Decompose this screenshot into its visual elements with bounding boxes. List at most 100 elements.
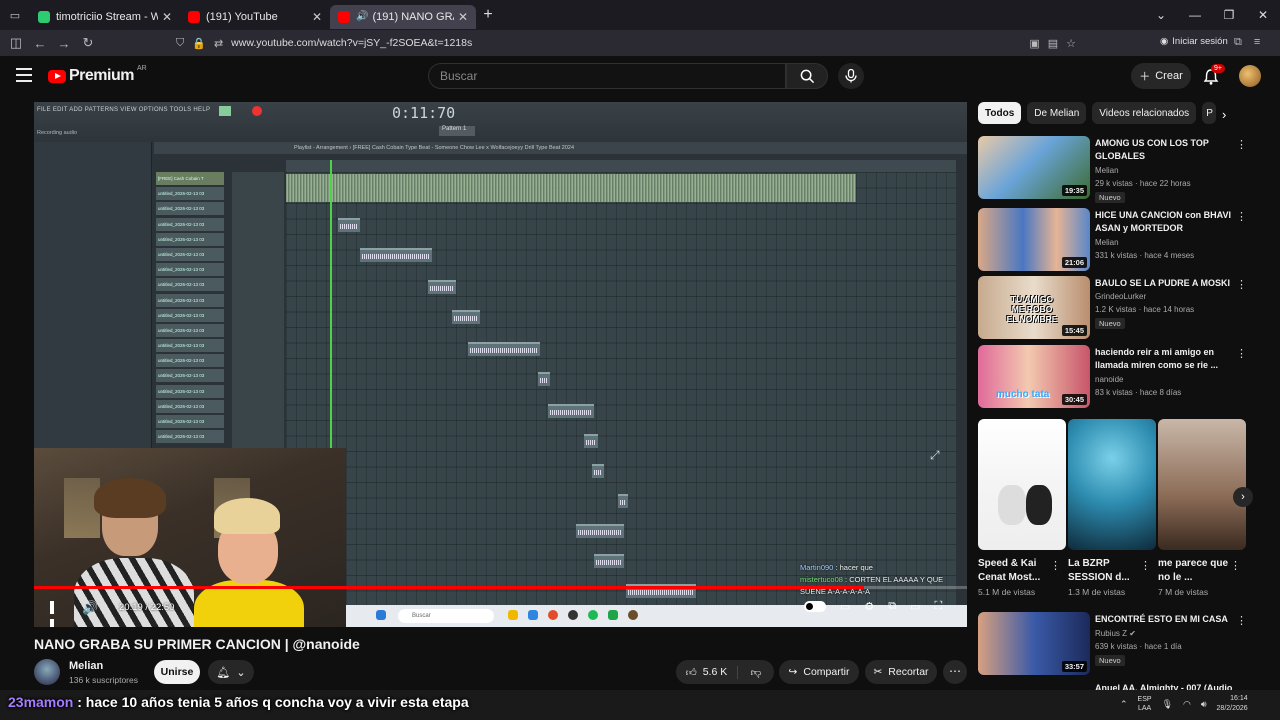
- channel-name[interactable]: Rubius Z ✔: [1095, 629, 1136, 638]
- recommended-video[interactable]: mucho tata 30:45 haciendo reir a mi amig…: [978, 345, 1248, 409]
- close-icon[interactable]: ✕: [458, 10, 468, 24]
- chevron-right-icon[interactable]: ›: [1233, 487, 1253, 507]
- close-window-button[interactable]: ✕: [1246, 8, 1280, 22]
- picture-icon[interactable]: ▣: [1029, 37, 1039, 50]
- like-button[interactable]: 👍︎ 5.6 K: [676, 665, 738, 679]
- tab-video-active[interactable]: 🔊 (191) NANO GRABA SU PRI ✕: [330, 4, 476, 29]
- chevron-down-icon[interactable]: ⌄: [1144, 8, 1178, 22]
- channel-name[interactable]: Melian: [1095, 238, 1119, 247]
- channel-name[interactable]: Melian: [1095, 166, 1119, 175]
- sidebar-icon[interactable]: ◫: [4, 35, 28, 51]
- search-button[interactable]: [786, 63, 828, 89]
- system-clock[interactable]: 16:14 28/2/2026: [1217, 694, 1248, 714]
- miniplayer-expand-icon[interactable]: ⤢: [930, 448, 950, 464]
- signin-button[interactable]: ◉ Iniciar sesión: [1160, 36, 1228, 47]
- tab-youtube[interactable]: (191) YouTube ✕: [180, 5, 330, 29]
- lock-icon[interactable]: 🔒: [192, 37, 206, 50]
- chip-todos[interactable]: Todos: [978, 102, 1022, 124]
- video-title[interactable]: BAULO SE LA PUDRE A MOSKI: [1095, 277, 1233, 290]
- channel-avatar[interactable]: [34, 659, 60, 685]
- settings-gear-icon[interactable]: ⚙: [864, 600, 874, 613]
- more-options-icon[interactable]: ⋮: [1230, 559, 1241, 572]
- miniplayer-icon[interactable]: ⧉: [888, 600, 896, 613]
- voice-search-button[interactable]: [838, 63, 864, 89]
- video-thumbnail[interactable]: 21:06: [978, 208, 1090, 271]
- more-options-icon[interactable]: ⋮: [1236, 210, 1247, 223]
- chip-partial[interactable]: P: [1202, 102, 1217, 124]
- more-options-icon[interactable]: ⋮: [1050, 559, 1061, 572]
- channel-name[interactable]: nanoide: [1095, 375, 1123, 384]
- language-indicator[interactable]: ESP LAA: [1138, 695, 1152, 713]
- volume-icon[interactable]: 🔊︎: [1201, 699, 1207, 710]
- join-button[interactable]: Unirse: [154, 660, 200, 684]
- speaker-icon[interactable]: 🔊: [356, 11, 368, 22]
- chevron-up-icon[interactable]: ⌃: [1120, 699, 1128, 710]
- video-progress-bar[interactable]: [34, 586, 967, 589]
- extensions-icon[interactable]: ⧉: [1234, 36, 1242, 49]
- share-button[interactable]: ↪ Compartir: [779, 660, 859, 684]
- recommended-video[interactable]: TU AMIGO ME ROBO EL NOMBRE 15:45 BAULO S…: [978, 276, 1248, 340]
- forward-button[interactable]: →: [52, 36, 76, 51]
- subscription-bell-button[interactable]: 🔔︎ ⌄: [208, 660, 254, 684]
- more-options-icon[interactable]: ⋮: [1236, 138, 1247, 151]
- wifi-icon[interactable]: ◠: [1183, 699, 1191, 710]
- recommended-video[interactable]: 19:35 AMONG US CON LOS TOP GLOBALES Meli…: [978, 136, 1248, 203]
- dislike-button[interactable]: 👎︎: [738, 666, 774, 679]
- more-options-icon[interactable]: ⋮: [1236, 347, 1247, 360]
- youtube-premium-logo[interactable]: Premium AR: [48, 65, 147, 85]
- shield-icon[interactable]: ⛉: [176, 37, 184, 50]
- short-title[interactable]: Speed & Kai Cenat Most...: [978, 557, 1054, 585]
- video-title[interactable]: AMONG US CON LOS TOP GLOBALES: [1095, 137, 1233, 163]
- tab-twitch[interactable]: timotriciio Stream - Watch Live ✕: [30, 5, 180, 29]
- reader-icon[interactable]: ▤: [1048, 37, 1058, 50]
- short-thumbnail[interactable]: [978, 419, 1066, 550]
- more-options-icon[interactable]: ⋮: [1236, 614, 1247, 627]
- video-title[interactable]: HICE UNA CANCION con BHAVI ASAN y MORTED…: [1095, 209, 1233, 235]
- chip-videos-relacionados[interactable]: Videos relacionados: [1092, 102, 1197, 124]
- reload-button[interactable]: ↻: [76, 35, 100, 51]
- search-input[interactable]: Buscar: [428, 63, 786, 89]
- short-title[interactable]: me parece que no le ...: [1158, 557, 1234, 585]
- tab-list-icon[interactable]: ▭: [0, 0, 30, 30]
- clip-button[interactable]: ✂ Recortar: [865, 660, 937, 684]
- video-thumbnail[interactable]: 19:35: [978, 136, 1090, 199]
- new-tab-button[interactable]: +: [476, 6, 500, 24]
- url-field[interactable]: ⛉ 🔒 ⇄ www.youtube.com/watch?v=jSY_-f2SOE…: [176, 33, 1076, 53]
- short-thumbnail[interactable]: [1068, 419, 1156, 550]
- autoplay-toggle[interactable]: [804, 601, 826, 612]
- back-button[interactable]: ←: [28, 36, 52, 51]
- video-title[interactable]: haciendo reir a mi amigo en llamada mire…: [1095, 346, 1233, 372]
- menu-icon[interactable]: ≡: [1254, 36, 1260, 49]
- short-thumbnail[interactable]: [1158, 419, 1246, 550]
- video-player[interactable]: FILE EDIT ADD PATTERNS VIEW OPTIONS TOOL…: [34, 102, 967, 627]
- channel-name[interactable]: Melian: [69, 660, 103, 672]
- video-thumbnail[interactable]: mucho tata 30:45: [978, 345, 1090, 408]
- url-text[interactable]: www.youtube.com/watch?v=jSY_-f2SOEA&t=12…: [231, 37, 472, 49]
- microphone-icon[interactable]: 🎙︎: [1162, 699, 1173, 710]
- subtitles-icon[interactable]: ▭: [840, 600, 850, 613]
- close-icon[interactable]: ✕: [312, 10, 322, 24]
- bookmark-star-icon[interactable]: ☆: [1066, 37, 1076, 50]
- more-actions-button[interactable]: ⋯: [943, 660, 967, 684]
- video-title[interactable]: ENCONTRÉ ESTO EN MI CASA: [1095, 613, 1233, 626]
- video-thumbnail[interactable]: 33:57: [978, 612, 1090, 675]
- video-thumbnail[interactable]: TU AMIGO ME ROBO EL NOMBRE 15:45: [978, 276, 1090, 339]
- short-title[interactable]: La BZRP SESSION d...: [1068, 557, 1144, 585]
- minimize-button[interactable]: —: [1178, 8, 1212, 22]
- maximize-button[interactable]: ❐: [1212, 8, 1246, 22]
- pause-button[interactable]: [50, 601, 62, 627]
- create-button[interactable]: ＋ Crear: [1131, 63, 1191, 89]
- fullscreen-icon[interactable]: ⛶: [935, 600, 943, 613]
- volume-icon[interactable]: 🔊: [82, 600, 98, 616]
- permissions-icon[interactable]: ⇄: [214, 37, 223, 50]
- chevron-right-icon[interactable]: ›: [1222, 107, 1226, 122]
- close-icon[interactable]: ✕: [162, 10, 172, 24]
- hamburger-menu-icon[interactable]: [16, 68, 32, 82]
- recommended-video[interactable]: 21:06 HICE UNA CANCION con BHAVI ASAN y …: [978, 208, 1248, 272]
- more-options-icon[interactable]: ⋮: [1236, 278, 1247, 291]
- avatar[interactable]: [1239, 65, 1261, 87]
- channel-name[interactable]: GrindeoLurker: [1095, 292, 1146, 301]
- more-options-icon[interactable]: ⋮: [1140, 559, 1151, 572]
- theater-mode-icon[interactable]: ▭: [910, 600, 920, 613]
- recommended-video[interactable]: 33:57 ENCONTRÉ ESTO EN MI CASA Rubius Z …: [978, 612, 1248, 676]
